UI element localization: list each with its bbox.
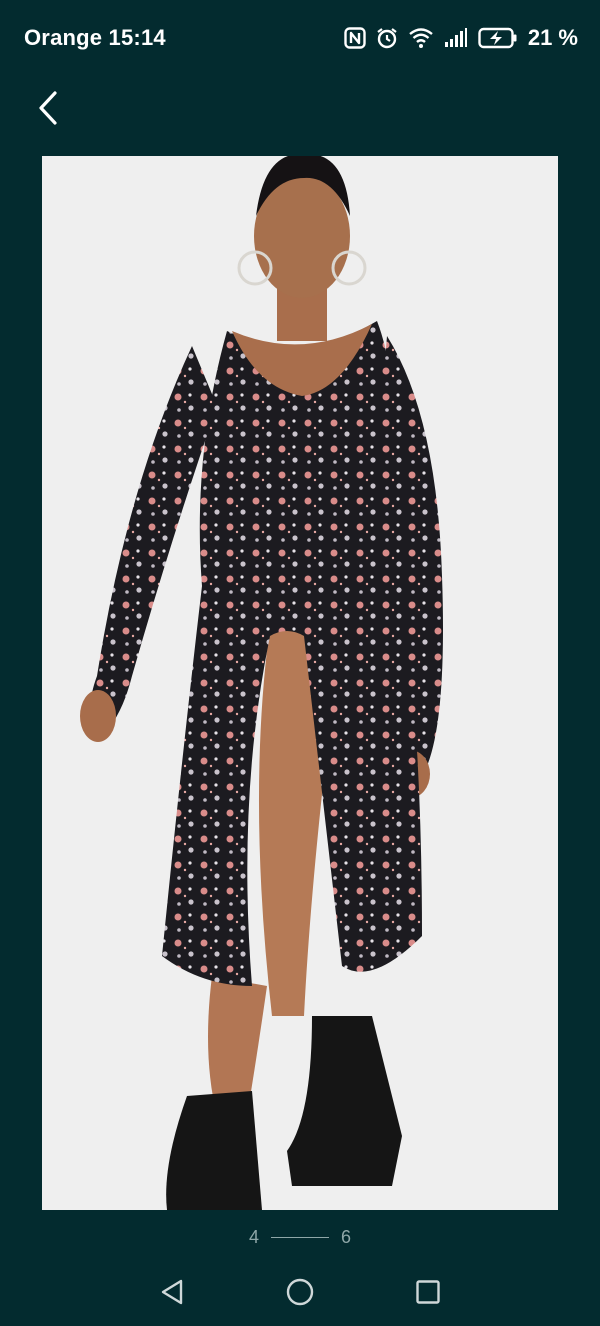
wifi-icon [408, 27, 434, 49]
chevron-left-icon [36, 90, 60, 131]
back-triangle-icon [159, 1278, 185, 1311]
system-recents-button[interactable] [410, 1276, 446, 1312]
pager-total: 6 [341, 1226, 352, 1247]
battery-percent: 21 % [527, 25, 578, 50]
battery-charging-icon [478, 27, 518, 49]
product-photo[interactable] [42, 156, 558, 1210]
image-pager: 4 6 [0, 1224, 600, 1250]
signal-icon [444, 28, 468, 48]
pager-divider [271, 1236, 329, 1238]
nfc-icon [344, 27, 366, 49]
clock: 15:14 [108, 25, 166, 50]
alarm-icon [376, 27, 398, 49]
photo-illustration [42, 156, 558, 1210]
carrier-name: Orange [24, 25, 103, 50]
back-button[interactable] [28, 88, 68, 132]
status-icons: 21 % [344, 25, 578, 51]
system-navigation-bar [0, 1262, 600, 1326]
status-left: Orange 15:14 [24, 25, 166, 51]
pager-current: 4 [248, 1226, 259, 1247]
system-home-button[interactable] [282, 1276, 318, 1312]
recents-square-icon [415, 1279, 441, 1310]
status-bar: Orange 15:14 21 % [0, 0, 600, 78]
home-circle-icon [285, 1277, 315, 1312]
system-back-button[interactable] [154, 1276, 190, 1312]
